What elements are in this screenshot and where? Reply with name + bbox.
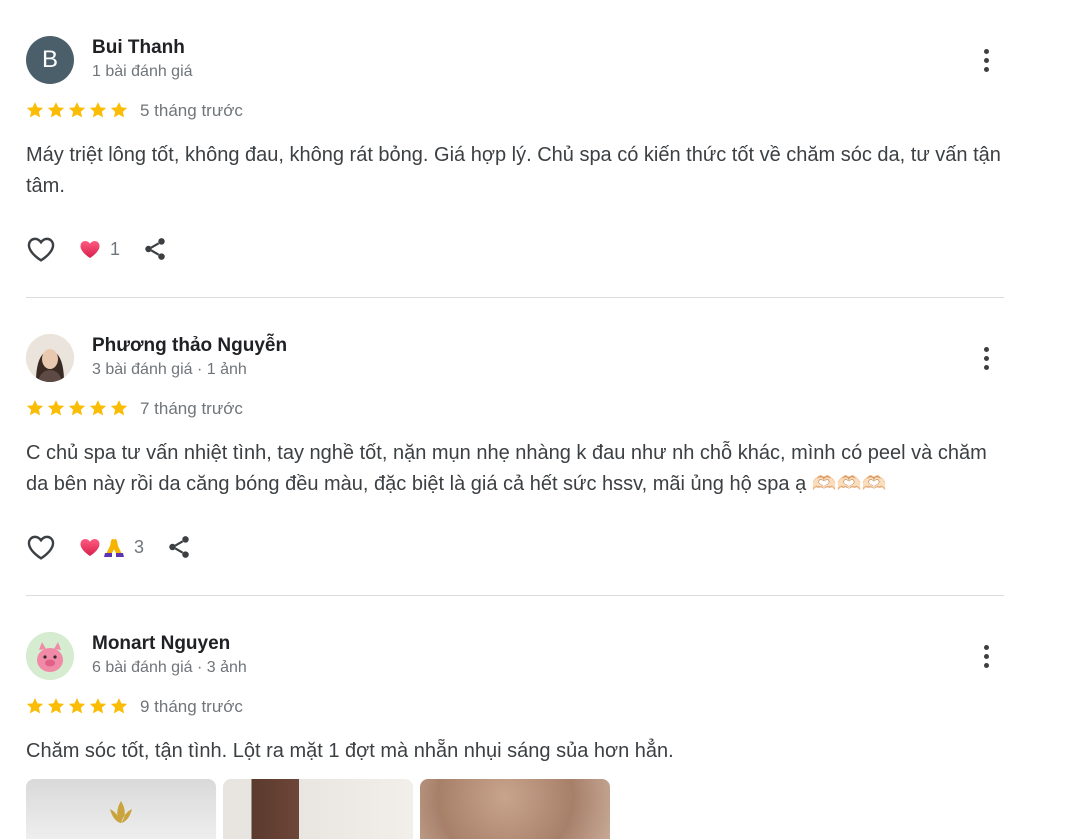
divider — [26, 595, 1004, 596]
review-text: Chăm sóc tốt, tận tình. Lột ra mặt 1 đợt… — [26, 740, 674, 762]
review-actions: 1 — [24, 232, 170, 266]
heart-emoji-icon — [78, 237, 102, 261]
review-photo[interactable] — [223, 779, 413, 839]
share-button[interactable] — [164, 532, 194, 562]
share-icon — [166, 534, 192, 560]
pray-emoji-icon — [102, 535, 126, 559]
star-icon — [67, 100, 87, 120]
avatar[interactable]: B — [26, 36, 74, 84]
like-button[interactable] — [24, 530, 58, 564]
review-time: 7 tháng trước — [140, 399, 243, 418]
reviewer-meta: 1 bài đánh giá — [92, 63, 193, 80]
star-icon — [67, 398, 87, 418]
star-icon — [109, 100, 129, 120]
star-icon — [46, 696, 66, 716]
star-rating — [25, 100, 129, 120]
star-icon — [46, 398, 66, 418]
heart-emoji-icon — [78, 535, 102, 559]
star-icon — [109, 398, 129, 418]
star-icon — [88, 696, 108, 716]
star-icon — [25, 696, 45, 716]
star-icon — [25, 100, 45, 120]
star-icon — [46, 100, 66, 120]
reaction-count: 1 — [110, 238, 121, 259]
heart-outline-icon — [25, 531, 57, 563]
more-options-button[interactable] — [970, 640, 1002, 672]
share-icon — [142, 236, 168, 262]
more-options-button[interactable] — [970, 342, 1002, 374]
review-photos — [26, 779, 610, 839]
star-icon — [25, 398, 45, 418]
like-button[interactable] — [24, 232, 58, 266]
star-icon — [109, 696, 129, 716]
lotus-logo-icon — [110, 801, 132, 823]
avatar[interactable] — [26, 632, 74, 680]
review-photo[interactable] — [420, 779, 610, 839]
reviewer-name[interactable]: Monart Nguyen — [92, 633, 230, 655]
reviewer-name[interactable]: Phương thảo Nguyễn — [92, 335, 287, 357]
avatar[interactable] — [26, 334, 74, 382]
review-time: 5 tháng trước — [140, 101, 243, 120]
reviewer-name[interactable]: Bui Thanh — [92, 37, 185, 59]
review-photo[interactable] — [26, 779, 216, 839]
more-vert-icon — [983, 48, 989, 54]
reviewer-meta: 3 bài đánh giá · 1 ảnh — [92, 361, 247, 378]
divider — [26, 297, 1004, 298]
more-vert-icon — [983, 346, 989, 352]
star-icon — [88, 100, 108, 120]
star-icon — [88, 398, 108, 418]
review-actions: 3 — [24, 530, 194, 564]
review-time: 9 tháng trước — [140, 697, 243, 716]
star-icon — [67, 696, 87, 716]
more-vert-icon — [983, 644, 989, 650]
heart-outline-icon — [25, 233, 57, 265]
pig-avatar-icon — [26, 632, 74, 680]
more-options-button[interactable] — [970, 44, 1002, 76]
review-text: C chủ spa tư vấn nhiệt tình, tay nghề tố… — [26, 442, 987, 495]
review-list: B Bui Thanh 1 bài đánh giá 5 tháng trước… — [0, 0, 1080, 839]
user-photo-icon — [26, 334, 74, 382]
reactions-summary[interactable]: 1 — [78, 237, 120, 261]
reaction-count: 3 — [134, 536, 145, 557]
reactions-summary[interactable]: 3 — [78, 535, 144, 559]
star-rating — [25, 696, 129, 716]
share-button[interactable] — [140, 234, 170, 264]
star-rating — [25, 398, 129, 418]
reviewer-meta: 6 bài đánh giá · 3 ảnh — [92, 659, 247, 676]
review-text: Máy triệt lông tốt, không đau, không rát… — [26, 144, 1001, 197]
